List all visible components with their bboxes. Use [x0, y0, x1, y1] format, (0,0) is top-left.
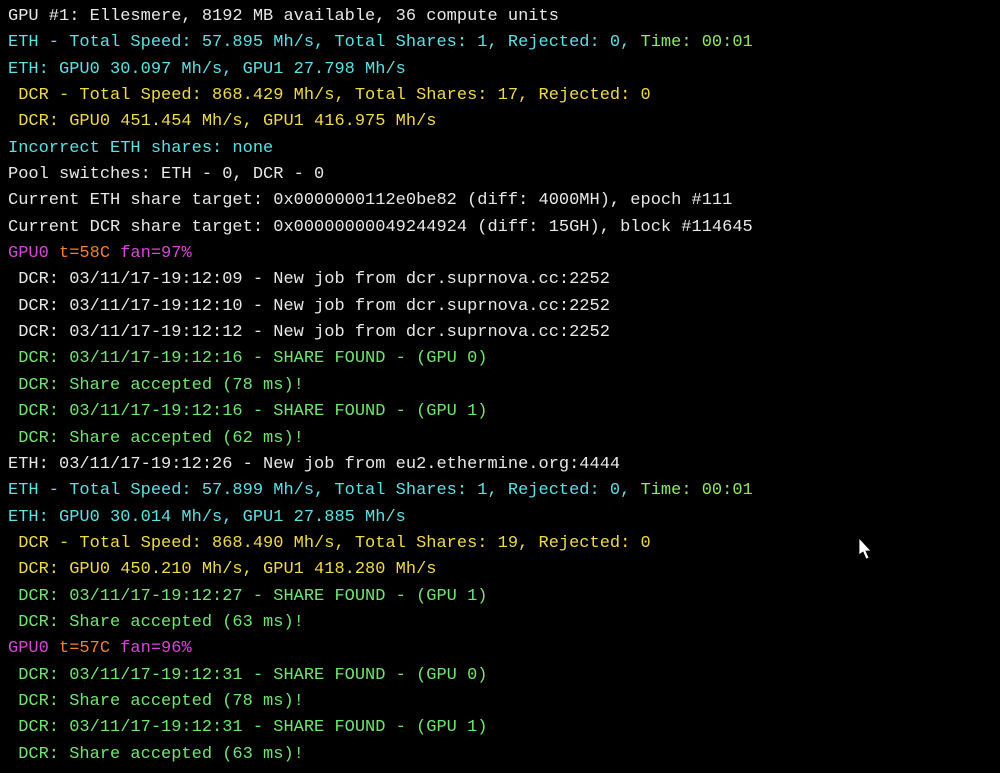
eth-per-gpu-line: ETH: GPU0 30.014 Mh/s, GPU1 27.885 Mh/s — [8, 505, 992, 531]
gpu-fan: fan=96% — [120, 639, 191, 658]
gpu-label: GPU0 — [8, 639, 59, 658]
dcr-share-accepted-line: DCR: Share accepted (63 ms)! — [8, 742, 992, 768]
dcr-share-found-line: DCR: 03/11/17-19:12:31 - SHARE FOUND - (… — [8, 663, 992, 689]
dcr-share-found-line: DCR: 03/11/17-19:12:27 - SHARE FOUND - (… — [8, 584, 992, 610]
dcr-share-accepted-line: DCR: Share accepted (63 ms)! — [8, 610, 992, 636]
dcr-total-line: DCR - Total Speed: 868.429 Mh/s, Total S… — [8, 83, 992, 109]
gpu-info-line: GPU #1: Ellesmere, 8192 MB available, 36… — [8, 4, 992, 30]
dcr-share-accepted-line: DCR: Share accepted (62 ms)! — [8, 426, 992, 452]
dcr-job-line: DCR: 03/11/17-19:12:10 - New job from dc… — [8, 294, 992, 320]
eth-time-text: Time: 00:01 — [641, 33, 753, 52]
gpu-temp: t=57C — [59, 639, 120, 658]
eth-total-text: ETH - Total Speed: 57.895 Mh/s, Total Sh… — [8, 33, 641, 52]
eth-target-line: Current ETH share target: 0x0000000112e0… — [8, 188, 992, 214]
dcr-per-gpu-line: DCR: GPU0 451.454 Mh/s, GPU1 416.975 Mh/… — [8, 109, 992, 135]
dcr-target-line: Current DCR share target: 0x000000000492… — [8, 215, 992, 241]
gpu-temp: t=58C — [59, 244, 120, 263]
eth-total-text: ETH - Total Speed: 57.899 Mh/s, Total Sh… — [8, 481, 641, 500]
dcr-per-gpu-line: DCR: GPU0 450.210 Mh/s, GPU1 418.280 Mh/… — [8, 557, 992, 583]
eth-total-line: ETH - Total Speed: 57.895 Mh/s, Total Sh… — [8, 30, 992, 56]
eth-total-line: ETH - Total Speed: 57.899 Mh/s, Total Sh… — [8, 478, 992, 504]
dcr-share-accepted-line: DCR: Share accepted (78 ms)! — [8, 373, 992, 399]
terminal-output: GPU #1: Ellesmere, 8192 MB available, 36… — [8, 4, 992, 768]
dcr-share-found-line: DCR: 03/11/17-19:12:16 - SHARE FOUND - (… — [8, 346, 992, 372]
dcr-share-found-line: DCR: 03/11/17-19:12:31 - SHARE FOUND - (… — [8, 715, 992, 741]
gpu-status-line: GPU0 t=57C fan=96% — [8, 636, 992, 662]
dcr-share-found-line: DCR: 03/11/17-19:12:16 - SHARE FOUND - (… — [8, 399, 992, 425]
gpu-fan: fan=97% — [120, 244, 191, 263]
dcr-job-line: DCR: 03/11/17-19:12:12 - New job from dc… — [8, 320, 992, 346]
eth-per-gpu-line: ETH: GPU0 30.097 Mh/s, GPU1 27.798 Mh/s — [8, 57, 992, 83]
gpu-status-line: GPU0 t=58C fan=97% — [8, 241, 992, 267]
dcr-share-accepted-line: DCR: Share accepted (78 ms)! — [8, 689, 992, 715]
dcr-total-line: DCR - Total Speed: 868.490 Mh/s, Total S… — [8, 531, 992, 557]
gpu-label: GPU0 — [8, 244, 59, 263]
eth-time-text: Time: 00:01 — [641, 481, 753, 500]
dcr-job-line: DCR: 03/11/17-19:12:09 - New job from dc… — [8, 267, 992, 293]
eth-job-line: ETH: 03/11/17-19:12:26 - New job from eu… — [8, 452, 992, 478]
pool-switches-line: Pool switches: ETH - 0, DCR - 0 — [8, 162, 992, 188]
incorrect-eth-line: Incorrect ETH shares: none — [8, 136, 992, 162]
